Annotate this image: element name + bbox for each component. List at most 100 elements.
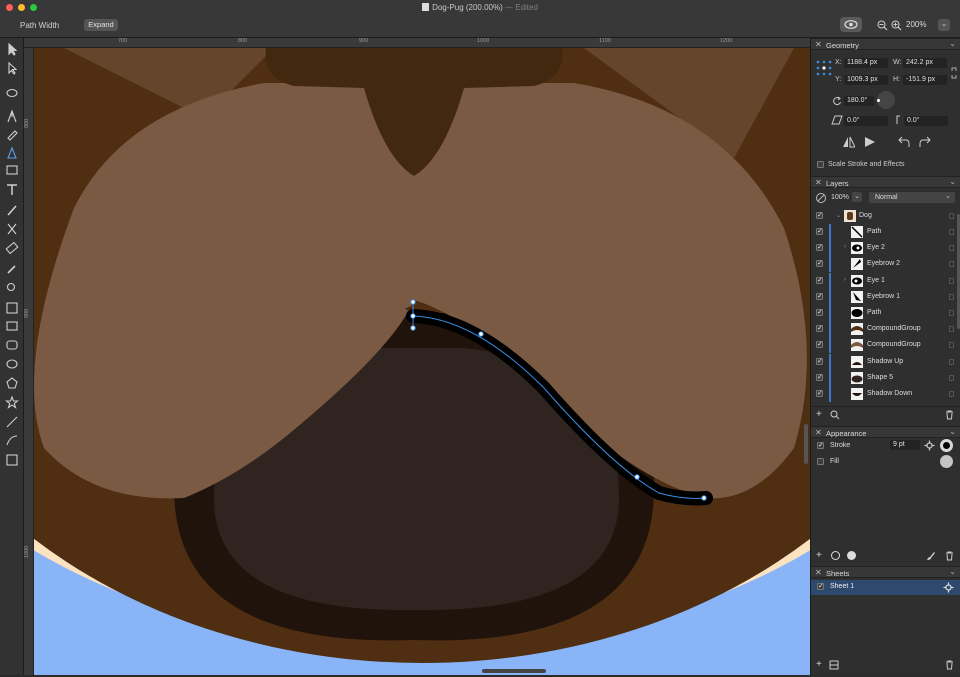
close-icon[interactable]: ✕ <box>815 40 822 49</box>
lock-icon[interactable] <box>949 229 954 235</box>
lasso-tool-icon[interactable] <box>6 88 18 98</box>
sheet-visibility-checkbox[interactable] <box>817 582 824 590</box>
brush-tool-icon[interactable] <box>7 205 17 216</box>
y-field[interactable]: 1009.3 px <box>844 75 888 85</box>
drawing-canvas[interactable] <box>34 48 810 675</box>
stroke-color-swatch[interactable] <box>940 439 953 452</box>
layer-row-group[interactable]: ⌄ Dog <box>811 208 960 224</box>
spiral-tool-icon[interactable] <box>6 435 18 446</box>
layer-row[interactable]: Shadow Down <box>811 386 960 402</box>
layer-row[interactable]: CompoundGroup <box>811 321 960 338</box>
path-node[interactable] <box>701 495 707 501</box>
layer-row[interactable]: Path <box>811 305 960 321</box>
layer-row[interactable]: Shadow Up <box>811 353 960 370</box>
ellipse-tool-icon[interactable] <box>6 359 18 369</box>
horizontal-scrollbar[interactable] <box>482 669 546 673</box>
chevron-down-icon[interactable]: ⌄ <box>949 427 956 436</box>
visibility-checkbox[interactable] <box>816 227 823 235</box>
merge-sheets-icon[interactable] <box>829 660 839 670</box>
fill-checkbox[interactable] <box>817 458 824 465</box>
layer-row[interactable]: › Eye 1 <box>811 272 960 289</box>
scale-stroke-checkbox[interactable] <box>817 161 824 168</box>
path-node[interactable] <box>634 474 640 480</box>
flip-horizontal-icon[interactable] <box>843 136 855 148</box>
stroke-checkbox[interactable] <box>817 441 824 449</box>
pointer-tool-icon[interactable] <box>8 42 18 56</box>
trash-icon[interactable] <box>945 410 954 420</box>
lock-icon[interactable] <box>949 358 954 365</box>
layer-row[interactable]: CompoundGroup <box>811 337 960 354</box>
trash-icon[interactable] <box>945 660 954 670</box>
crop-tool-icon[interactable] <box>6 302 18 314</box>
visibility-checkbox[interactable] <box>816 276 823 284</box>
geometry-header[interactable]: ✕ Geometry ⌄ <box>811 38 960 50</box>
lock-icon[interactable] <box>949 342 954 349</box>
lock-icon[interactable] <box>949 261 954 268</box>
add-fill-icon[interactable] <box>847 551 856 560</box>
visibility-checkbox[interactable] <box>816 259 823 268</box>
line-tool-icon[interactable] <box>6 416 18 428</box>
lock-icon[interactable] <box>949 277 954 284</box>
corner-field[interactable]: 0.0° <box>904 116 948 126</box>
lock-icon[interactable] <box>949 293 954 300</box>
x-field[interactable]: 1188.4 px <box>844 58 888 68</box>
vertical-scrollbar[interactable] <box>804 424 808 464</box>
fill-color-swatch[interactable] <box>940 455 953 468</box>
visibility-checkbox[interactable] <box>816 340 823 349</box>
rotate-right-icon[interactable] <box>919 136 931 148</box>
visibility-checkbox[interactable] <box>816 357 823 365</box>
lock-icon[interactable] <box>949 326 954 333</box>
add-layer-icon[interactable]: + <box>816 410 822 420</box>
lock-icon[interactable] <box>949 374 954 381</box>
direct-select-tool-icon[interactable] <box>8 61 18 75</box>
path-width-tool-icon[interactable] <box>7 146 17 159</box>
layer-row[interactable]: Eyebrow 2 <box>811 256 960 273</box>
zoom-level[interactable]: 200% <box>906 20 926 29</box>
zoom-in-icon[interactable] <box>891 20 902 31</box>
zoom-out-icon[interactable] <box>877 20 888 31</box>
chevron-right-icon[interactable]: › <box>844 244 846 250</box>
zoom-dropdown[interactable]: ⌄ <box>938 19 950 31</box>
chevron-down-icon[interactable]: ⌄ <box>836 212 841 219</box>
visibility-checkbox[interactable] <box>816 243 823 252</box>
layer-row[interactable]: › Eye 2 <box>811 240 960 257</box>
anchor-grid-icon[interactable] <box>816 60 832 76</box>
skew-field[interactable]: 0.0° <box>844 116 888 126</box>
visibility-checkbox[interactable] <box>816 211 823 219</box>
blend-mode-select[interactable]: Normal ⌄ <box>869 192 955 203</box>
trash-icon[interactable] <box>945 551 954 561</box>
scissors-tool-icon[interactable] <box>7 223 17 235</box>
width-handle[interactable] <box>410 299 416 305</box>
rounded-rectangle-tool-icon[interactable] <box>6 340 18 350</box>
appearance-header[interactable]: ✕ Appearance ⌄ <box>811 426 960 438</box>
sheet-row[interactable]: Sheet 1 <box>811 580 960 595</box>
opacity-dropdown[interactable]: ⌄ <box>852 192 862 202</box>
gear-icon[interactable] <box>943 582 954 593</box>
lock-icon[interactable] <box>949 391 954 397</box>
visibility-checkbox[interactable] <box>816 308 823 316</box>
stroke-width-field[interactable]: 9 pt <box>890 440 920 450</box>
layers-header[interactable]: ✕ Layers ⌄ <box>811 176 960 188</box>
text-tool-icon[interactable] <box>7 184 17 195</box>
sheets-header[interactable]: ✕ Sheets ⌄ <box>811 566 960 578</box>
layer-row[interactable]: Path <box>811 224 960 240</box>
chevron-right-icon[interactable]: › <box>844 277 846 283</box>
rotation-dial[interactable] <box>877 91 895 109</box>
rotation-field[interactable]: 180.0° <box>844 96 874 106</box>
visibility-checkbox[interactable] <box>816 389 823 397</box>
search-icon[interactable] <box>830 410 840 420</box>
gear-icon[interactable] <box>924 440 935 451</box>
rectangle-tool-icon[interactable] <box>6 321 18 331</box>
link-proportions-icon[interactable] <box>950 66 958 80</box>
close-icon[interactable]: ✕ <box>815 428 822 437</box>
layer-row[interactable]: Eyebrow 1 <box>811 288 960 305</box>
lock-icon[interactable] <box>949 310 954 316</box>
width-handle[interactable] <box>410 325 416 331</box>
eyedropper-tool-icon[interactable] <box>7 265 16 274</box>
gradient-tool-icon[interactable] <box>6 165 18 175</box>
view-mode-button[interactable] <box>840 17 862 32</box>
flip-vertical-icon[interactable] <box>864 136 876 148</box>
polygon-tool-icon[interactable] <box>6 377 18 389</box>
visibility-checkbox[interactable] <box>816 373 823 381</box>
add-sheet-icon[interactable]: + <box>816 660 822 670</box>
